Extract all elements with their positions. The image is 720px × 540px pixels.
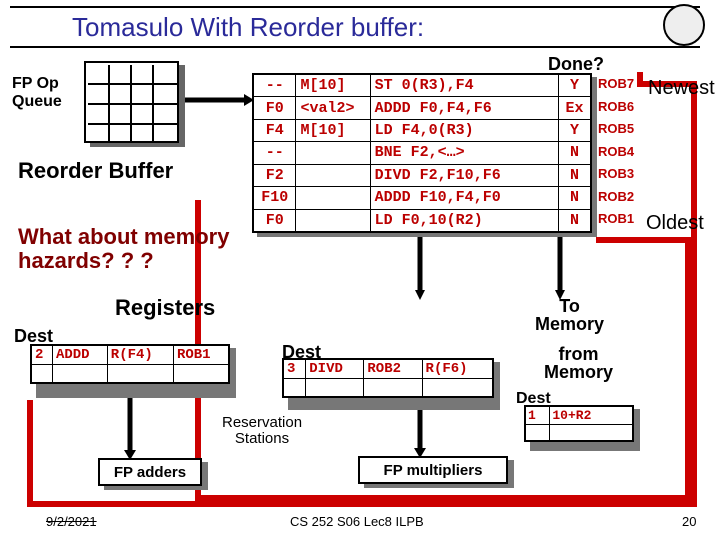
mul-reservation-station: 3DIVDROB2R(F6) (282, 358, 494, 398)
reservation-stations-label: Reservation Stations (222, 415, 302, 447)
footer-page-number: 20 (682, 514, 696, 529)
fp-op-queue (84, 61, 179, 143)
from-memory-label: from Memory (544, 345, 613, 381)
rob-row: --BNE F2,<…>N (253, 142, 591, 164)
rob-row: F0<val2>ADDD F0,F4,F6Ex (253, 97, 591, 119)
footer-date: 9/2/2021 (46, 514, 97, 529)
fp-op-queue-label: FP Op Queue (12, 75, 62, 110)
page-title: Tomasulo With Reorder buffer: (72, 12, 424, 43)
rob-row: F4M[10]LD F4,0(R3)Y (253, 119, 591, 141)
fp-multipliers-unit: FP multipliers (358, 456, 508, 484)
fp-adders-unit: FP adders (98, 458, 202, 486)
to-memory-label: To Memory (535, 297, 604, 333)
registers-label: Registers (115, 295, 215, 321)
footer-course: CS 252 S06 Lec8 ILPB (290, 514, 424, 529)
done-column-header: Done? (548, 54, 604, 75)
berkeley-seal-icon (663, 4, 705, 46)
load-buffer: 110+R2 (524, 405, 634, 442)
rob-tag-column: ROB7ROB6ROB5 ROB4ROB3ROB2 ROB1 (598, 73, 634, 231)
newest-label: Newest (648, 77, 715, 100)
reorder-buffer-label: Reorder Buffer (18, 158, 173, 184)
add-reservation-station: 2ADDDR(F4)ROB1 (30, 344, 230, 384)
rob-row: --M[10]ST 0(R3),F4Y (253, 74, 591, 97)
oldest-label: Oldest (646, 212, 704, 235)
rob-row: F0LD F0,10(R2)N (253, 209, 591, 232)
memory-hazards-question: What about memory hazards? ? ? (18, 225, 229, 273)
rob-row: F10ADDD F10,F4,F0N (253, 187, 591, 209)
rob-row: F2DIVD F2,F10,F6N (253, 164, 591, 186)
reorder-buffer-table: --M[10]ST 0(R3),F4Y F0<val2>ADDD F0,F4,F… (252, 73, 592, 233)
